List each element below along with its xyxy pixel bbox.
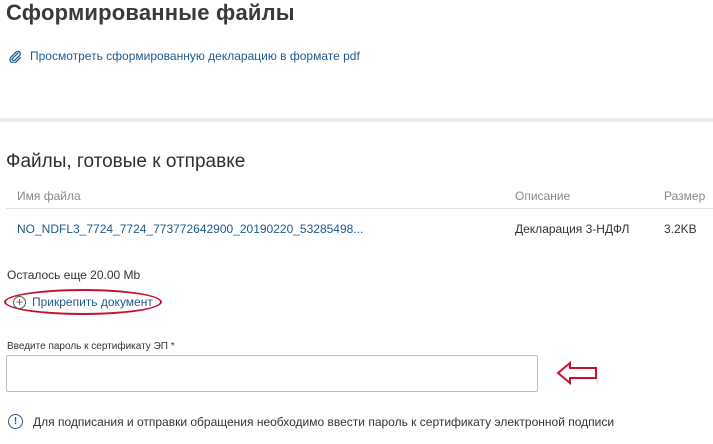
attach-document-button[interactable]: + Прикрепить документ [4,289,162,315]
info-icon: ! [8,414,23,429]
page-title: Сформированные файлы [6,0,295,25]
signing-notice-text: Для подписания и отправки обращения необ… [33,414,615,429]
remaining-space-text: Осталось еще 20.00 Mb [7,268,141,282]
column-header-name: Имя файла [17,189,81,203]
paperclip-icon [9,50,21,63]
view-pdf-link[interactable]: Просмотреть сформированную декларацию в … [8,49,360,63]
view-pdf-link-label: Просмотреть сформированную декларацию в … [30,49,360,63]
table-row: NO_NDFL3_7724_7724_773772642900_20190220… [6,216,713,244]
signing-notice: ! Для подписания и отправки обращения не… [8,414,614,429]
files-section-title: Файлы, готовые к отправке [6,151,246,172]
column-header-description: Описание [515,189,571,203]
section-divider [0,118,713,122]
files-table-header: Имя файла Описание Размер [6,183,713,209]
file-description: Декларация 3-НДФЛ [515,222,630,236]
attach-document-label: Прикрепить документ [32,295,153,309]
file-name-link[interactable]: NO_NDFL3_7724_7724_773772642900_20190220… [17,222,363,236]
password-field-label: Введите пароль к сертификату ЭП * [7,341,175,352]
file-size: 3.2KB [664,222,697,236]
plus-circle-icon: + [13,295,26,309]
arrow-left-icon [556,361,597,385]
certificate-password-input[interactable] [6,355,538,392]
column-header-size: Размер [664,189,706,203]
